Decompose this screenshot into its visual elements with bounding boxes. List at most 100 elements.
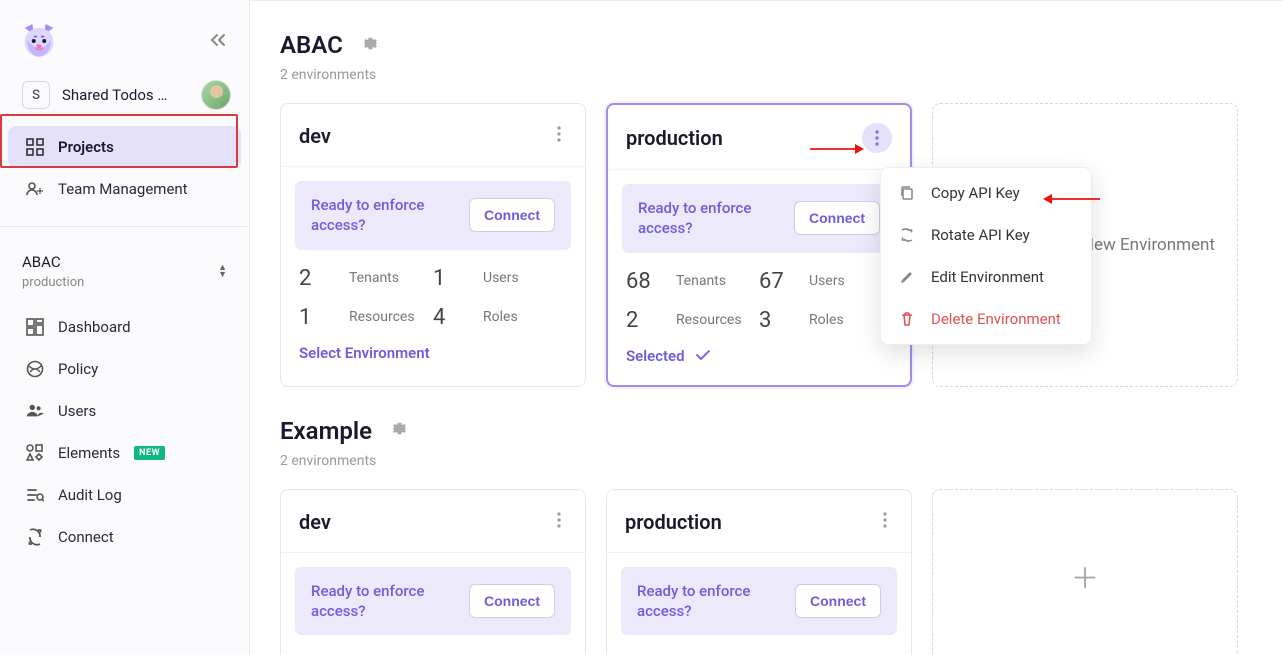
project-sub: 2 environments (280, 67, 1263, 83)
avatar[interactable] (201, 80, 231, 110)
stat-users: 1 (433, 266, 465, 291)
workspace-badge: S (22, 81, 50, 109)
enforce-box: Ready to enforce access? Connect (295, 567, 571, 636)
environment-menu-button[interactable] (862, 123, 892, 153)
enforce-box: Ready to enforce access? Connect (621, 567, 897, 636)
new-environment-button[interactable]: ＋ (932, 489, 1238, 655)
sidebar-item-label: Dashboard (58, 318, 131, 336)
stat-resources: 2 (626, 308, 658, 333)
menu-item-delete-environment[interactable]: Delete Environment (881, 298, 1091, 340)
dashboard-icon (26, 318, 44, 336)
audit-log-icon (26, 486, 44, 504)
enforce-box: Ready to enforce access? Connect (622, 184, 896, 253)
sidebar-item-label: Policy (58, 360, 98, 378)
stat-label: Users (809, 273, 845, 289)
sidebar-item-audit-log[interactable]: Audit Log (8, 474, 241, 516)
collapse-sidebar-button[interactable] (205, 27, 231, 56)
sidebar-item-connect[interactable]: Connect (8, 516, 241, 558)
sidebar-item-label: Users (58, 402, 96, 420)
stat-tenants: 2 (299, 266, 331, 291)
environment-menu-button[interactable] (877, 508, 893, 536)
environment-card-production: production Ready to enforce access? Conn… (606, 489, 912, 655)
selected-environment-indicator: Selected (622, 347, 896, 371)
enforce-text: Ready to enforce access? (637, 581, 767, 622)
menu-item-label: Copy API Key (931, 184, 1020, 202)
sidebar: S Shared Todos … Projects Team Managemen… (0, 0, 250, 655)
pencil-icon (899, 269, 917, 285)
trash-icon (899, 311, 917, 327)
environment-card-dev: dev Ready to enforce access? Connect 2 Te… (280, 103, 586, 387)
stat-users: 67 (759, 269, 791, 294)
sidebar-item-label: Audit Log (58, 486, 122, 504)
elements-icon (26, 444, 44, 462)
sidebar-item-projects[interactable]: Projects (8, 126, 241, 168)
stat-label: Tenants (676, 273, 726, 289)
gear-icon[interactable] (390, 419, 409, 442)
enforce-text: Ready to enforce access? (311, 581, 441, 622)
gear-icon[interactable] (361, 34, 380, 57)
menu-item-edit-environment[interactable]: Edit Environment (881, 256, 1091, 298)
context-arrows-icon: ▲▼ (218, 265, 227, 279)
menu-item-label: Rotate API Key (931, 226, 1030, 244)
connect-icon (26, 528, 44, 546)
sidebar-item-label: Team Management (58, 180, 188, 198)
stat-label: Tenants (349, 270, 399, 286)
policy-icon (26, 360, 44, 378)
environment-menu-button[interactable] (551, 122, 567, 150)
sidebar-item-label: Projects (58, 138, 114, 156)
app-logo (18, 20, 60, 62)
project-example: Example 2 environments dev R (280, 417, 1263, 655)
enforce-text: Ready to enforce access? (311, 195, 441, 236)
enforce-text: Ready to enforce access? (638, 198, 768, 239)
menu-item-label: Delete Environment (931, 310, 1061, 328)
project-sub: 2 environments (280, 453, 1263, 469)
stat-label: Resources (349, 309, 415, 325)
main-content: ABAC 2 environments dev (250, 0, 1283, 655)
sidebar-item-policy[interactable]: Policy (8, 348, 241, 390)
rotate-icon (899, 227, 917, 243)
new-badge: NEW (134, 446, 165, 460)
users-icon (26, 402, 44, 420)
connect-button[interactable]: Connect (469, 198, 555, 232)
sidebar-item-users[interactable]: Users (8, 390, 241, 432)
menu-item-label: Edit Environment (931, 268, 1044, 286)
environment-name: dev (299, 124, 331, 148)
project-title: ABAC (280, 31, 343, 59)
connect-button[interactable]: Connect (794, 201, 880, 235)
sidebar-item-elements[interactable]: Elements NEW (8, 432, 241, 474)
team-icon (26, 180, 44, 198)
environment-menu-button[interactable] (551, 508, 567, 536)
project-abac: ABAC 2 environments dev (280, 31, 1263, 387)
enforce-box: Ready to enforce access? Connect (295, 181, 571, 250)
stat-label: Roles (809, 312, 844, 328)
new-environment-label: New Environment (1082, 235, 1215, 255)
workspace-name: Shared Todos … (62, 86, 189, 104)
context-project: ABAC (22, 253, 84, 271)
context-environment: production (22, 275, 84, 290)
stat-label: Resources (676, 312, 742, 328)
stat-label: Users (483, 270, 519, 286)
stat-tenants: 68 (626, 269, 658, 294)
environment-card-dev: dev Ready to enforce access? Connect (280, 489, 586, 655)
sidebar-item-dashboard[interactable]: Dashboard (8, 306, 241, 348)
environment-name: production (626, 126, 723, 150)
environment-name: production (625, 510, 722, 534)
sidebar-item-label: Elements (58, 444, 120, 462)
select-environment-button[interactable]: Select Environment (295, 344, 571, 368)
context-selector[interactable]: ABAC production ▲▼ (0, 235, 249, 298)
environment-name: dev (299, 510, 331, 534)
grid-icon (26, 138, 44, 156)
check-icon (695, 347, 711, 365)
plus-icon: ＋ (1071, 557, 1099, 597)
stat-roles: 3 (759, 308, 791, 333)
workspace-selector[interactable]: S Shared Todos … (0, 72, 249, 118)
menu-item-copy-api-key[interactable]: Copy API Key (881, 172, 1091, 214)
sidebar-item-team-management[interactable]: Team Management (8, 168, 241, 210)
stat-roles: 4 (433, 305, 465, 330)
menu-item-rotate-api-key[interactable]: Rotate API Key (881, 214, 1091, 256)
connect-button[interactable]: Connect (469, 584, 555, 618)
connect-button[interactable]: Connect (795, 584, 881, 618)
copy-icon (899, 185, 917, 201)
stat-resources: 1 (299, 305, 331, 330)
environment-card-production: production Ready to enforce access? Conn… (606, 103, 912, 387)
